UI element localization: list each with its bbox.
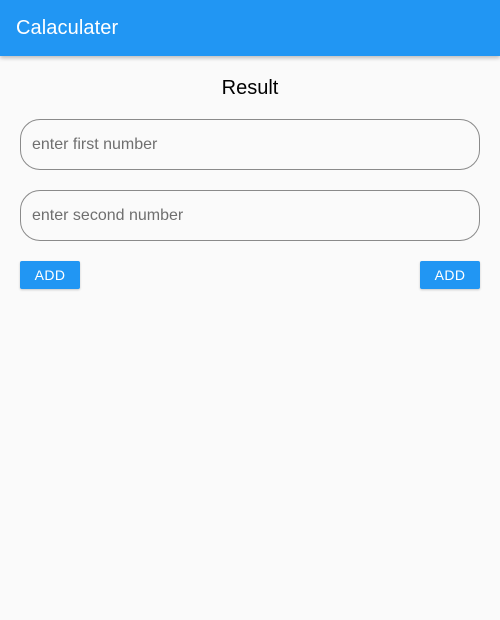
add-button-left[interactable]: ADD (20, 261, 80, 289)
result-text: Result (221, 77, 279, 99)
app-title: Calaculater (16, 16, 119, 39)
main-content: Result ADD ADD (0, 56, 500, 620)
app-bar: Calaculater (0, 0, 500, 56)
first-number-input[interactable] (20, 119, 480, 170)
add-button-right[interactable]: ADD (420, 261, 480, 289)
second-number-input[interactable] (20, 190, 480, 241)
